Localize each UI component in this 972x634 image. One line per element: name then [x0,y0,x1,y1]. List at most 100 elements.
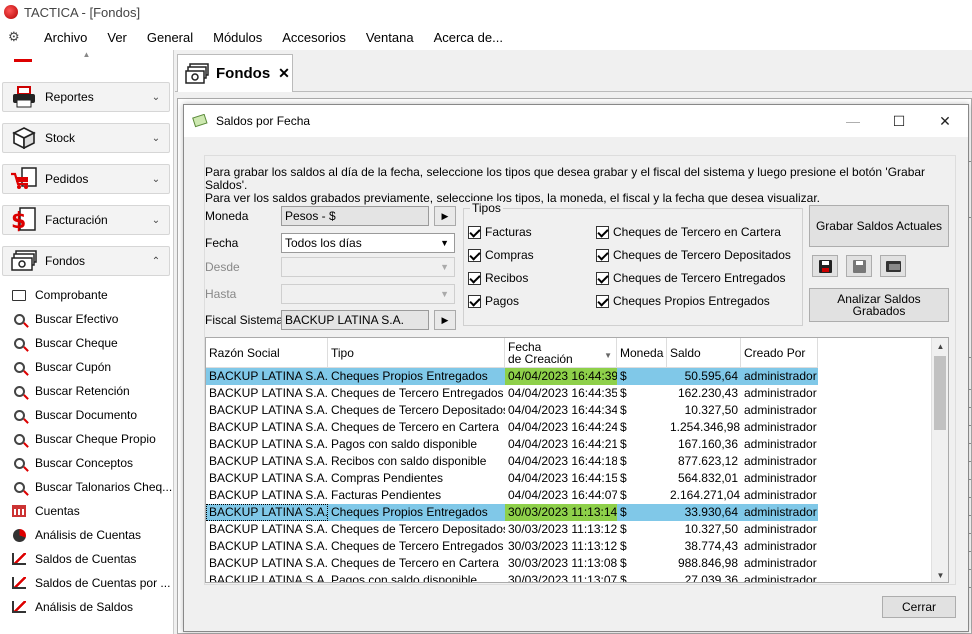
checkbox-checked[interactable] [468,271,481,285]
menu-archivo[interactable]: Archivo [34,30,97,45]
fecha-dropdown[interactable]: Todos los días ▼ [281,233,455,253]
checkbox-checked[interactable] [596,248,609,262]
close-icon[interactable]: ✕ [278,65,290,82]
checkbox-pagos[interactable]: Pagos [468,294,519,308]
close-button[interactable]: ✕ [922,105,968,137]
magnifier-icon [10,431,28,447]
checkbox-cheques-propios-entregados[interactable]: Cheques Propios Entregados [596,294,770,308]
cell-fecha: 30/03/2023 11:13:14 [505,504,617,521]
menu-acerca-de[interactable]: Acerca de... [424,30,513,45]
table-row[interactable]: BACKUP LATINA S.A. Pagos con saldo dispon… [206,572,818,582]
cell-saldo: 564.832,01 [677,471,738,485]
sidebar-section-reportes[interactable]: Reportes ⌄ [2,82,170,112]
sidebar-section-label: Stock [45,131,76,145]
analizar-saldos-button[interactable]: Analizar Saldos Grabados [809,288,949,322]
hasta-dropdown[interactable]: ▼ [281,284,455,304]
sidebar-item-buscar-talonarios[interactable]: Buscar Talonarios Cheq... [0,475,174,499]
table-row[interactable]: BACKUP LATINA S.A. Cheques de Tercero en … [206,555,818,572]
checkbox-compras[interactable]: Compras [468,248,534,262]
menu-bar: ⚙ Archivo Ver General Módulos Accesorios… [0,24,972,50]
sidebar-item-saldos-de-cuentas[interactable]: Saldos de Cuentas [0,547,174,571]
maximize-button[interactable]: ☐ [876,105,922,137]
desde-dropdown[interactable]: ▼ [281,257,455,277]
table-row[interactable]: BACKUP LATINA S.A. Cheques de Tercero Dep… [206,402,818,419]
checkbox-recibos[interactable]: Recibos [468,271,528,285]
scroll-down-icon[interactable]: ▼ [932,567,948,582]
app-menu-icon[interactable]: ⚙ [8,30,24,44]
moneda-label: Moneda [205,209,249,223]
checkbox-checked[interactable] [596,294,609,308]
cell-creado: administrador [744,437,817,451]
checkbox-checked[interactable] [468,225,481,239]
tab-strip: Fondos ✕ [175,50,972,92]
checkbox-cheques-tercero-cartera[interactable]: Cheques de Tercero en Cartera [596,225,781,239]
magnifier-icon [10,359,28,375]
sidebar-item-analisis-de-saldos[interactable]: Análisis de Saldos [0,595,174,619]
save-disabled-button[interactable] [846,255,872,277]
column-saldo[interactable]: Saldo [667,338,741,368]
scroll-thumb[interactable] [934,356,946,430]
cell-razon: BACKUP LATINA S.A. [209,539,328,553]
sidebar-item-cuentas[interactable]: Cuentas [0,499,174,523]
menu-ventana[interactable]: Ventana [356,30,424,45]
column-moneda[interactable]: Moneda [617,338,667,368]
dollar-document-icon: $ [9,207,39,233]
table-row[interactable]: BACKUP LATINA S.A. Compras Pendientes 04/0… [206,470,818,487]
grabar-saldos-button[interactable]: Grabar Saldos Actuales [809,205,949,247]
grid-scrollbar[interactable]: ▲ ▼ [931,338,948,582]
sidebar-section-fondos[interactable]: Fondos ⌃ [2,246,170,276]
minimize-button[interactable]: — [830,105,876,137]
table-row[interactable]: BACKUP LATINA S.A. Cheques Propios Entreg… [206,504,818,521]
tab-fondos[interactable]: Fondos ✕ [177,54,293,92]
cell-tipo: Cheques de Tercero en Cartera [331,420,499,434]
table-row[interactable]: BACKUP LATINA S.A. Cheques de Tercero Ent… [206,538,818,555]
sidebar-item-buscar-cupon[interactable]: Buscar Cupón [0,355,174,379]
sidebar-item-buscar-retencion[interactable]: Buscar Retención [0,379,174,403]
column-fecha-creacion[interactable]: Fecha de Creación ▼ [505,338,617,368]
sidebar-item-comprobante[interactable]: Comprobante [0,283,174,307]
moneda-select-button[interactable]: ▶ [434,206,456,226]
checkbox-checked[interactable] [596,271,609,285]
grid-header: Razón Social Tipo Fecha de Creación ▼ Mo… [206,338,818,368]
table-row[interactable]: BACKUP LATINA S.A. Recibos con saldo disp… [206,453,818,470]
sidebar-section-facturacion[interactable]: $ Facturación ⌄ [2,205,170,235]
money-icon [192,113,208,128]
scroll-up-icon[interactable]: ▲ [932,338,948,355]
checkbox-cheques-tercero-depositados[interactable]: Cheques de Tercero Depositados [596,248,791,262]
sidebar-item-buscar-documento[interactable]: Buscar Documento [0,403,174,427]
table-row[interactable]: BACKUP LATINA S.A. Facturas Pendientes 04/… [206,487,818,504]
menu-accesorios[interactable]: Accesorios [272,30,356,45]
cell-creado: administrador [744,505,817,519]
sidebar-item-buscar-conceptos[interactable]: Buscar Conceptos [0,451,174,475]
table-row[interactable]: BACKUP LATINA S.A. Cheques de Tercero Ent… [206,385,818,402]
checkbox-checked[interactable] [468,248,481,262]
sidebar-item-buscar-efectivo[interactable]: Buscar Efectivo [0,307,174,331]
sidebar-item-analisis-de-cuentas[interactable]: Análisis de Cuentas [0,523,174,547]
sidebar-section-stock[interactable]: Stock ⌄ [2,123,170,153]
checkbox-checked[interactable] [596,225,609,239]
save-button[interactable] [812,255,838,277]
menu-ver[interactable]: Ver [97,30,137,45]
tab-label: Fondos [216,65,271,82]
sidebar-item-saldos-de-cuentas-por[interactable]: Saldos de Cuentas por ... [0,571,174,595]
menu-modulos[interactable]: Módulos [203,30,272,45]
table-row[interactable]: BACKUP LATINA S.A. Cheques de Tercero en … [206,419,818,436]
table-row[interactable]: BACKUP LATINA S.A. Cheques Propios Entreg… [206,368,818,385]
checkbox-cheques-tercero-entregados[interactable]: Cheques de Tercero Entregados [596,271,786,285]
sidebar-item-buscar-cheque[interactable]: Buscar Cheque [0,331,174,355]
menu-general[interactable]: General [137,30,203,45]
sidebar-section-pedidos[interactable]: Pedidos ⌄ [2,164,170,194]
column-tipo[interactable]: Tipo [328,338,505,368]
cerrar-button[interactable]: Cerrar [882,596,956,618]
sidebar: ▲ Reportes ⌄ Stock ⌄ Pedidos ⌄ $ Factura… [0,50,174,634]
sidebar-item-buscar-cheque-propio[interactable]: Buscar Cheque Propio [0,427,174,451]
column-razon-social[interactable]: Razón Social [206,338,328,368]
open-folder-button[interactable] [880,255,906,277]
column-creado-por[interactable]: Creado Por [741,338,818,368]
table-row[interactable]: BACKUP LATINA S.A. Pagos con saldo dispon… [206,436,818,453]
table-row[interactable]: BACKUP LATINA S.A. Cheques de Tercero Dep… [206,521,818,538]
fiscal-select-button[interactable]: ▶ [434,310,456,330]
checkbox-checked[interactable] [468,294,481,308]
checkbox-facturas[interactable]: Facturas [468,225,532,239]
cell-razon: BACKUP LATINA S.A. [209,420,328,434]
